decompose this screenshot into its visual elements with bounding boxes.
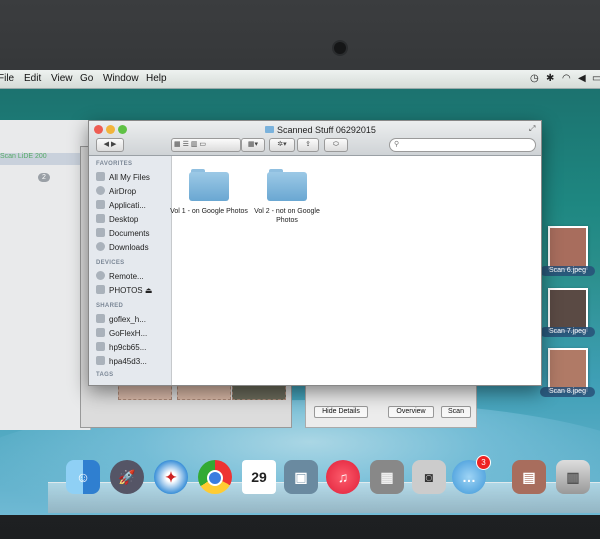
fullscreen-icon[interactable]: ⤢ — [529, 124, 535, 134]
time-machine-icon[interactable]: ◷ — [530, 73, 539, 84]
sidebar-item-shared[interactable]: hp9cb65... — [96, 342, 146, 352]
search-icon: ⚲ — [394, 141, 400, 148]
desktop-file-label[interactable]: Scan 6.jpeg — [540, 266, 595, 276]
launchpad-icon[interactable]: 🚀 — [110, 460, 144, 494]
preview-icon[interactable]: ▣ — [284, 460, 318, 494]
menu-help[interactable]: Help — [146, 73, 167, 84]
desktop-file-thumbnail[interactable] — [548, 348, 588, 392]
sidebar-item-documents[interactable]: Documents — [96, 228, 149, 238]
itunes-icon[interactable]: ♫ — [326, 460, 360, 494]
stack-icon[interactable]: ▤ — [512, 460, 546, 494]
window-title-text: Scanned Stuff 06292015 — [277, 125, 376, 135]
menu-edit[interactable]: Edit — [24, 73, 41, 84]
menu-window[interactable]: Window — [103, 73, 139, 84]
sidebar-item-shared[interactable]: hpa45d3... — [96, 356, 147, 366]
desktop-file-label[interactable]: Scan 7.jpeg — [540, 327, 595, 337]
sidebar-item-downloads[interactable]: Downloads — [96, 242, 149, 252]
menu-go[interactable]: Go — [80, 73, 93, 84]
folder-label[interactable]: Vol 2 - not on Google Photos — [247, 207, 327, 225]
bluetooth-icon[interactable]: ✱ — [546, 73, 554, 84]
sidebar-item-desktop[interactable]: Desktop — [96, 214, 138, 224]
desktop-file-label[interactable]: Scan 8.jpeg — [540, 387, 595, 397]
finder-sidebar: FAVORITES All My Files AirDrop Applicati… — [89, 156, 172, 385]
sidebar-item-applications[interactable]: Applicati... — [96, 200, 146, 210]
image-capture-icon[interactable]: ◙ — [412, 460, 446, 494]
finder-window: Scanned Stuff 06292015 ⤢ ◀ ▶ ▦ ☰ ▥ ▭ ▦▾ … — [88, 120, 542, 386]
sidebar-section-tags: TAGS — [96, 372, 114, 378]
network-drive-icon — [96, 328, 105, 337]
desktop-file-thumbnail[interactable] — [548, 226, 588, 270]
folder-icon[interactable] — [267, 169, 307, 201]
disc-icon — [96, 271, 105, 280]
menu-file[interactable]: File — [0, 73, 14, 84]
desktop-icon — [96, 214, 105, 223]
desktop-file-thumbnail[interactable] — [548, 288, 588, 332]
documents-icon — [96, 228, 105, 237]
folder-icon[interactable] — [189, 169, 229, 201]
overview-button[interactable]: Overview — [388, 406, 434, 418]
menu-view[interactable]: View — [51, 73, 73, 84]
share-icon[interactable]: ⇪ — [297, 138, 319, 152]
folder-label[interactable]: Vol 1 - on Google Photos — [169, 207, 249, 216]
notification-badge: 3 — [476, 455, 491, 470]
all-files-icon — [96, 172, 105, 181]
zoom-button[interactable] — [118, 125, 127, 134]
airdrop-icon — [96, 186, 105, 195]
sidebar-section-favorites: FAVORITES — [96, 161, 133, 167]
network-drive-icon — [96, 314, 105, 323]
menu-bar: File Edit View Go Window Help ◷ ✱ ◠ ◀ ▭ — [0, 70, 600, 89]
battery-icon[interactable]: ▭ — [592, 73, 600, 84]
sidebar-item-all-my-files[interactable]: All My Files — [96, 172, 150, 182]
sidebar-item-airdrop[interactable]: AirDrop — [96, 186, 136, 196]
scan-button[interactable]: Scan — [441, 406, 471, 418]
downloads-icon — [96, 242, 105, 251]
drive-icon — [96, 285, 105, 294]
volume-icon[interactable]: ◀ — [578, 73, 586, 84]
sidebar-item-shared[interactable]: goflex_h... — [96, 314, 146, 324]
arrange-button[interactable]: ▦▾ — [241, 138, 265, 152]
trash-icon[interactable]: ▥ — [556, 460, 590, 494]
camera-icon — [334, 42, 346, 54]
action-gear-icon[interactable]: ✲▾ — [269, 138, 295, 152]
tag-icon[interactable]: ⬭ — [324, 138, 348, 152]
search-input[interactable]: ⚲ — [389, 138, 536, 152]
minimize-button[interactable] — [106, 125, 115, 134]
hide-details-button[interactable]: Hide Details — [314, 406, 368, 418]
view-mode-buttons[interactable]: ▦ ☰ ▥ ▭ — [171, 138, 241, 152]
chrome-icon[interactable] — [198, 460, 232, 494]
printer-icon — [96, 342, 105, 351]
sidebar-section-devices: DEVICES — [96, 260, 125, 266]
safari-icon[interactable]: ✦ — [154, 460, 188, 494]
finder-titlebar: Scanned Stuff 06292015 ⤢ ◀ ▶ ▦ ☰ ▥ ▭ ▦▾ … — [89, 121, 541, 156]
sidebar-section-shared: SHARED — [96, 303, 124, 309]
wifi-icon[interactable]: ◠ — [562, 73, 571, 84]
printer-icon — [96, 356, 105, 365]
folder-icon — [265, 126, 274, 133]
column-view-icon[interactable]: ▥ — [191, 141, 198, 148]
icon-view-icon[interactable]: ▦ — [174, 141, 181, 148]
list-view-icon[interactable]: ☰ — [183, 141, 189, 148]
sidebar-item-shared[interactable]: GoFlexH... — [96, 328, 147, 338]
back-forward-buttons[interactable]: ◀ ▶ — [96, 138, 124, 152]
scanner-sidebar — [0, 120, 91, 430]
close-button[interactable] — [94, 125, 103, 134]
scanner-count-badge: 2 — [38, 173, 50, 182]
applications-icon — [96, 200, 105, 209]
sidebar-item-remote-disc[interactable]: Remote... — [96, 271, 144, 281]
window-title: Scanned Stuff 06292015 — [265, 125, 376, 135]
scanner-selected-row[interactable]: Scan LiDE 200 — [0, 153, 90, 165]
sidebar-item-photos[interactable]: PHOTOS ⏏ — [96, 285, 152, 295]
coverflow-view-icon[interactable]: ▭ — [199, 141, 206, 148]
photo-booth-icon[interactable]: ▦ — [370, 460, 404, 494]
eject-icon[interactable]: ⏏ — [145, 286, 153, 295]
finder-icon[interactable]: ☺ — [66, 460, 100, 494]
screen: File Edit View Go Window Help ◷ ✱ ◠ ◀ ▭ … — [0, 70, 600, 515]
calendar-icon[interactable]: 29 — [242, 460, 276, 494]
